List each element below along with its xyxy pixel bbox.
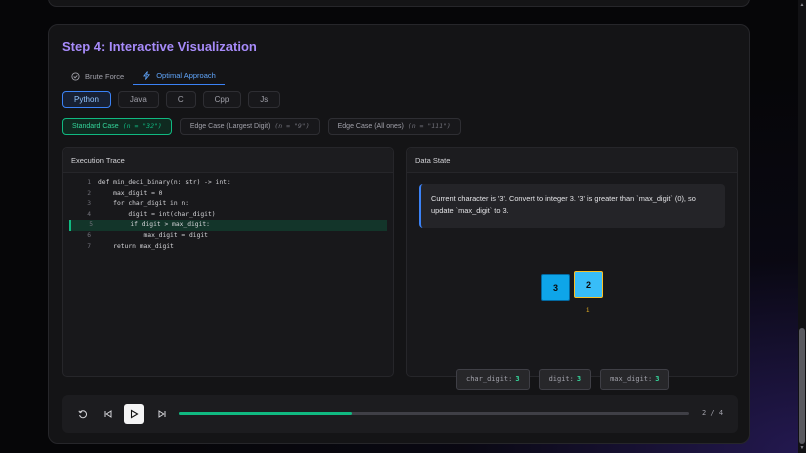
page-scrollbar[interactable]: ▲ ▼ [798,0,806,453]
play-icon [130,409,139,419]
lang-button-c[interactable]: C [165,91,196,108]
code-text: def min_deci_binary(n: str) -> int: [98,179,231,186]
panel-title: Data State [407,148,737,173]
variable-chip: max_digit: 3 [600,369,670,390]
array-cell-current: 2 [574,271,603,298]
code-line: 2 max_digit = 0 [69,189,387,200]
code-line-highlighted: 5 if digit > max_digit: [69,220,387,231]
scroll-up-icon[interactable]: ▲ [799,2,805,8]
tab-optimal-approach[interactable]: Optimal Approach [133,67,225,85]
skip-forward-icon [158,410,166,418]
line-number: 6 [87,231,91,239]
case-label: Standard Case [72,123,119,130]
variable-name: char_digit: [466,375,513,383]
playback-controls: 2 / 4 [62,395,738,433]
lang-button-js[interactable]: Js [248,91,281,108]
index-pointer: i [586,307,590,314]
step-forward-button[interactable] [153,405,171,423]
previous-section-card [48,0,750,7]
lang-button-java[interactable]: Java [117,91,159,108]
code-text: for char_digit in n: [98,200,189,208]
check-circle-icon [71,71,80,81]
case-input: (n = "9") [274,122,310,130]
approach-tabs: Brute Force Optimal Approach [62,67,225,85]
variable-value: 3 [515,375,520,383]
variable-name: digit: [548,375,574,383]
data-state-panel: Data State Current character is '3'. Con… [406,147,738,390]
code-text: max_digit = digit [98,231,208,239]
step-explanation: Current character is '3'. Convert to int… [419,184,725,228]
code-text: digit = int(char_digit) [98,210,216,218]
reset-button[interactable] [74,405,92,423]
variable-chip: char_digit: 3 [456,369,530,390]
tab-brute-force[interactable]: Brute Force [62,67,133,85]
case-label: Edge Case (Largest Digit) [189,123,271,130]
case-label: Edge Case (All ones) [337,123,404,130]
visualization-card: Step 4: Interactive Visualization Brute … [48,24,750,444]
lang-button-python[interactable]: Python [62,91,111,108]
variable-name: max_digit: [610,375,653,383]
step-counter: 2 / 4 [702,409,724,417]
scroll-thumb[interactable] [799,328,805,444]
test-case-selector: Standard Case (n = "32") Edge Case (Large… [62,118,461,135]
case-input: (n = "32") [122,122,162,130]
tab-label: Optimal Approach [156,71,216,80]
variable-value: 3 [655,375,660,383]
panel-title: Execution Trace [63,148,393,173]
code-text: max_digit = 0 [98,189,163,197]
case-button-standard[interactable]: Standard Case (n = "32") [62,118,172,135]
skip-back-icon [104,410,112,418]
code-text: if digit > max_digit: [100,221,210,229]
step-back-button[interactable] [99,405,117,423]
code-line: 3 for char_digit in n: [69,199,387,210]
play-button[interactable] [124,404,144,424]
line-number: 2 [87,189,91,197]
progress-fill [179,412,353,415]
lang-button-cpp[interactable]: Cpp [202,91,242,108]
array-cell: 3 [541,274,570,301]
case-input: (n = "111") [407,122,451,130]
code-listing: 1 def min_deci_binary(n: str) -> int: 2 m… [69,178,387,252]
code-line: 4 digit = int(char_digit) [69,210,387,221]
variable-value: 3 [576,375,582,383]
section-title: Step 4: Interactive Visualization [62,39,257,54]
case-button-largest-digit[interactable]: Edge Case (Largest Digit) (n = "9") [179,118,320,135]
code-line: 6 max_digit = digit [69,231,387,242]
tab-label: Brute Force [85,71,125,81]
line-number: 4 [87,210,91,218]
code-line: 1 def min_deci_binary(n: str) -> int: [69,178,387,189]
line-number: 3 [87,200,91,208]
scroll-down-icon[interactable]: ▼ [799,445,805,451]
variable-chip: digit: 3 [538,369,592,390]
language-selector: Python Java C Cpp Js [62,91,281,108]
lightning-icon [143,71,151,80]
progress-slider[interactable] [179,412,689,415]
variable-list: char_digit: 3 digit: 3 max_digit: 3 [456,369,670,390]
line-number: 5 [89,221,93,229]
reset-icon [78,410,88,419]
line-number: 7 [87,242,91,250]
execution-trace-panel: Execution Trace 1 def min_deci_binary(n: … [62,147,394,377]
code-text: return max_digit [98,242,174,250]
code-line: 7 return max_digit [69,242,387,253]
case-button-all-ones[interactable]: Edge Case (All ones) (n = "111") [327,118,461,135]
line-number: 1 [87,179,91,186]
